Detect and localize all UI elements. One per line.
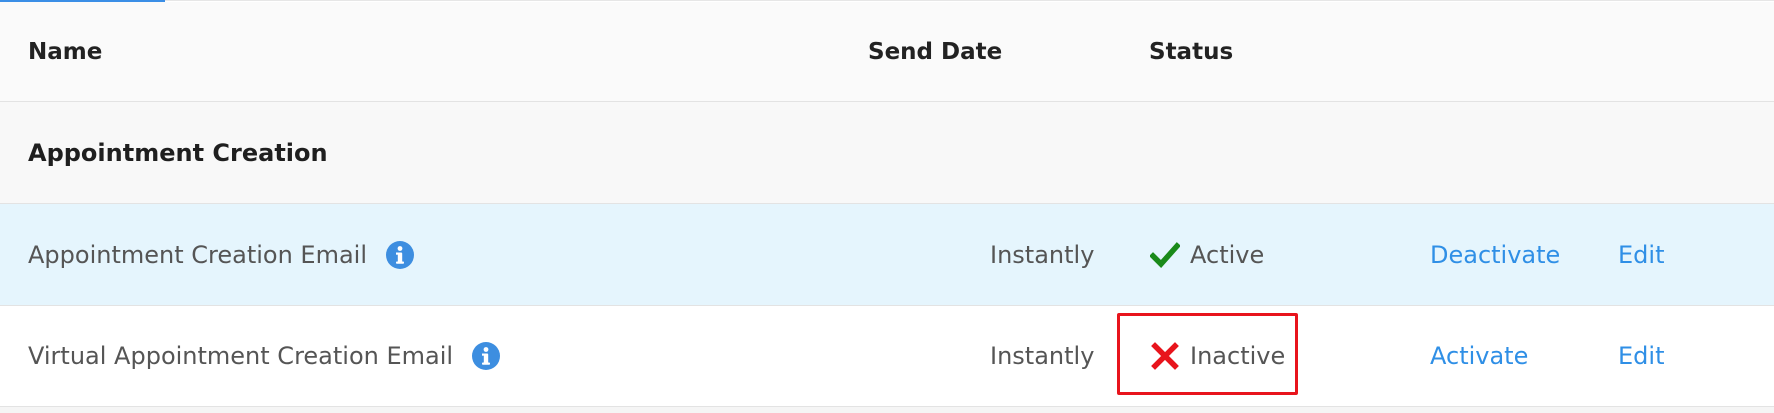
info-icon[interactable] xyxy=(385,240,415,270)
group-header-row: Appointment Creation xyxy=(0,102,1774,204)
row-status: Active xyxy=(1150,240,1264,270)
edit-link[interactable]: Edit xyxy=(1618,342,1664,370)
table-row[interactable]: Virtual Appointment Creation Email Insta… xyxy=(0,306,1774,407)
top-border xyxy=(0,0,1774,1)
column-header-name[interactable]: Name xyxy=(28,39,102,65)
row-send-date: Instantly xyxy=(990,240,1095,269)
row-send-date: Instantly xyxy=(990,342,1095,370)
column-header-status[interactable]: Status xyxy=(1149,39,1233,65)
deactivate-link[interactable]: Deactivate xyxy=(1430,241,1560,269)
footer-strip xyxy=(0,407,1774,413)
table-row[interactable]: Appointment Creation Email Instantly Act… xyxy=(0,204,1774,306)
row-name: Appointment Creation Email xyxy=(28,240,368,269)
info-icon[interactable] xyxy=(471,341,501,371)
row-name-cell: Appointment Creation Email xyxy=(28,240,415,270)
table-header: Name Send Date Status xyxy=(0,2,1774,102)
group-title: Appointment Creation xyxy=(28,138,328,167)
status-highlight-box xyxy=(1117,313,1298,395)
status-text: Active xyxy=(1190,240,1265,269)
activate-link[interactable]: Activate xyxy=(1430,342,1528,370)
column-header-send-date[interactable]: Send Date xyxy=(868,39,1002,65)
row-name: Virtual Appointment Creation Email xyxy=(28,342,454,370)
edit-link[interactable]: Edit xyxy=(1618,241,1664,269)
check-icon xyxy=(1150,241,1180,268)
row-name-cell: Virtual Appointment Creation Email xyxy=(28,341,501,371)
email-templates-page: Name Send Date Status Appointment Creati… xyxy=(0,0,1774,413)
